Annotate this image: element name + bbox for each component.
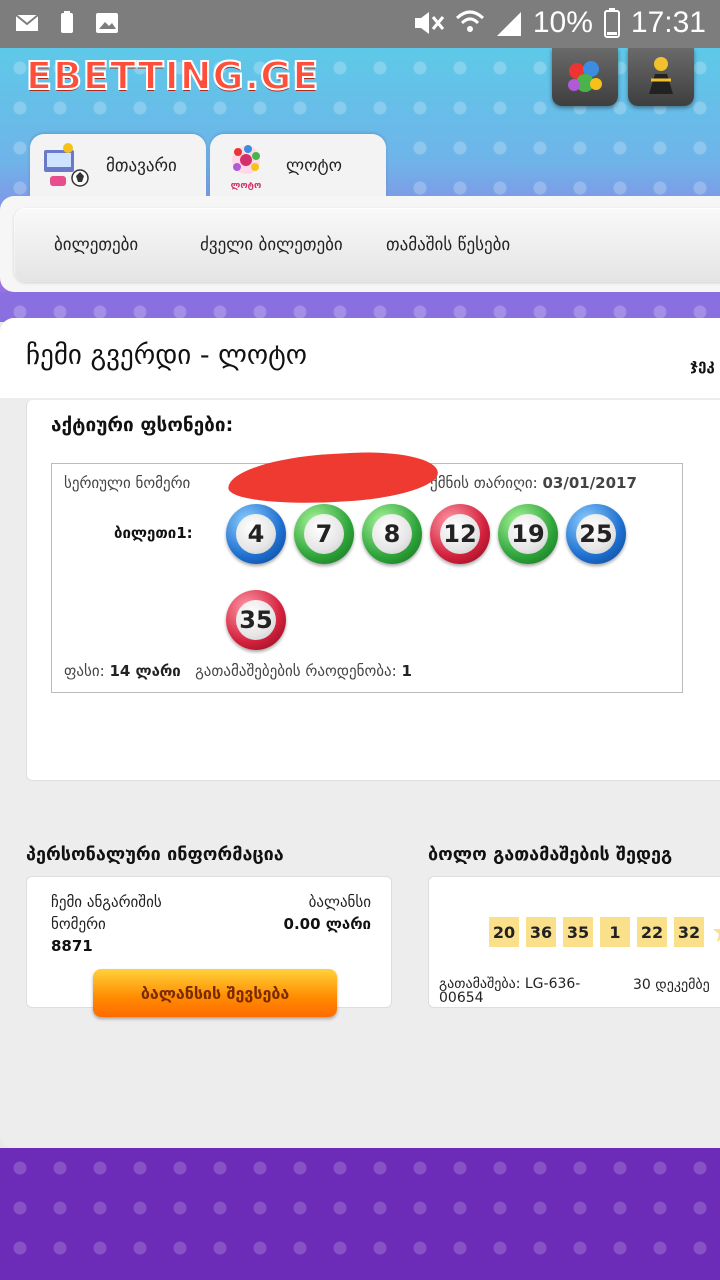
page-title: ჩემი გვერდი - ლოტო bbox=[26, 340, 308, 371]
jackpot-link[interactable]: ჯეკ bbox=[690, 356, 715, 374]
lotto-ball: 12 bbox=[430, 504, 490, 564]
lotto-ball: 4 bbox=[226, 504, 286, 564]
draw-number: 36 bbox=[526, 917, 556, 947]
lotto-balls-button[interactable] bbox=[552, 48, 618, 106]
tab-main[interactable]: მთავარი bbox=[30, 134, 206, 198]
subnav-tickets[interactable]: ბილეთები bbox=[54, 235, 138, 255]
lotto-ball: 19 bbox=[498, 504, 558, 564]
battery-icon bbox=[603, 8, 620, 38]
draw-date: 30 დეკემბე bbox=[633, 977, 710, 993]
subnav: ბილეთები ძველი ბილეთები თამაშის წესები bbox=[14, 208, 720, 282]
wifi-icon bbox=[455, 10, 484, 32]
signal-icon bbox=[496, 12, 521, 36]
lotto-ball: 7 bbox=[294, 504, 354, 564]
account-number: 8871 bbox=[51, 937, 93, 955]
redaction-mark bbox=[226, 448, 440, 508]
active-bets-card: აქტიური ფსონები: სერიული ნომერი ქმნის თა… bbox=[26, 400, 720, 781]
draw-number: 32 bbox=[674, 917, 704, 947]
page-header: ჩემი გვერდი - ლოტო ჯეკ bbox=[0, 318, 720, 398]
battery-percent: 10% bbox=[532, 6, 593, 39]
image-icon bbox=[96, 13, 118, 33]
personal-info-card: ჩემი ანგარიშის ნომერი 8871 ბალანსი 0.00 … bbox=[26, 876, 392, 1017]
tab-lotto-label: ლოტო bbox=[286, 156, 342, 176]
battery-saver-icon bbox=[61, 11, 73, 33]
sports-games-icon bbox=[44, 143, 89, 187]
balance-value: 0.00 ლარი bbox=[283, 915, 371, 933]
subnav-old-tickets[interactable]: ძველი ბილეთები bbox=[200, 235, 343, 255]
active-bets-title: აქტიური ფსონები: bbox=[51, 414, 234, 436]
status-bar: 10% 17:31 bbox=[0, 0, 720, 48]
ticket-box: სერიული ნომერი ქმნის თარიღი: 03/01/2017 … bbox=[51, 448, 683, 693]
draw-id-label: გათამაშება: LG-636- 00654 bbox=[439, 976, 581, 1006]
account-label: ჩემი ანგარიშის bbox=[51, 893, 162, 911]
user-menu-button[interactable] bbox=[628, 48, 694, 106]
draws-label: გათამაშებების რაოდენობა: bbox=[195, 662, 397, 680]
account-label-2: ნომერი bbox=[51, 915, 106, 933]
created-date-value: 03/01/2017 bbox=[542, 474, 637, 492]
price-label: ფასი: bbox=[64, 662, 105, 680]
created-date: ქმნის თარიღი: 03/01/2017 bbox=[430, 474, 637, 492]
mute-icon bbox=[414, 12, 445, 34]
tab-main-label: მთავარი bbox=[106, 156, 177, 176]
draw-number: 1 bbox=[600, 917, 630, 947]
personal-info-title: პერსონალური ინფორმაცია bbox=[26, 844, 284, 865]
balance-label: ბალანსი bbox=[308, 893, 371, 911]
draws-value: 1 bbox=[401, 662, 412, 680]
lotto-logo-icon: ლოტო bbox=[231, 145, 262, 191]
lotto-balls-icon bbox=[568, 61, 602, 92]
footer-background bbox=[0, 1148, 720, 1280]
draw-number: 35 bbox=[563, 917, 593, 947]
serial-number-label: სერიული ნომერი bbox=[64, 474, 191, 492]
subnav-container: ბილეთები ძველი ბილეთები თამაშის წესები bbox=[0, 196, 720, 292]
ticket-label: ბილეთი1: bbox=[114, 524, 193, 542]
main-tabs: მთავარი ლოტო ლოტო bbox=[30, 134, 386, 198]
mail-icon bbox=[15, 14, 39, 31]
last-draw-card: 20 36 35 1 22 32 გათამაშება: LG-636- 006… bbox=[428, 876, 720, 1008]
clock: 17:31 bbox=[630, 6, 706, 39]
lotto-ball: 8 bbox=[362, 504, 422, 564]
lotto-ball: 25 bbox=[566, 504, 626, 564]
draw-number: 22 bbox=[637, 917, 667, 947]
main-panel: ჩემი გვერდი - ლოტო ჯეკ აქტიური ფსონები: … bbox=[0, 318, 720, 1148]
svg-text:ლოტო: ლოტო bbox=[231, 181, 262, 191]
draw-number: 20 bbox=[489, 917, 519, 947]
user-icon bbox=[649, 57, 673, 94]
star-icon bbox=[713, 929, 720, 942]
ticket-summary: ფასი: 14 ლარი გათამაშებების რაოდენობა: 1 bbox=[64, 662, 412, 680]
created-date-label: ქმნის თარიღი: bbox=[430, 474, 538, 492]
price-value: 14 ლარი bbox=[109, 662, 181, 680]
subnav-game-rules[interactable]: თამაშის წესები bbox=[386, 235, 510, 255]
topup-balance-button[interactable]: ბალანსის შევსება bbox=[93, 969, 337, 1017]
lotto-ball: 35 bbox=[226, 590, 286, 650]
tab-lotto[interactable]: ლოტო ლოტო bbox=[210, 134, 386, 198]
last-draw-title: ბოლო გათამაშების შედეგ bbox=[428, 844, 673, 865]
site-logo[interactable]: EBETTING.GE bbox=[25, 53, 319, 99]
